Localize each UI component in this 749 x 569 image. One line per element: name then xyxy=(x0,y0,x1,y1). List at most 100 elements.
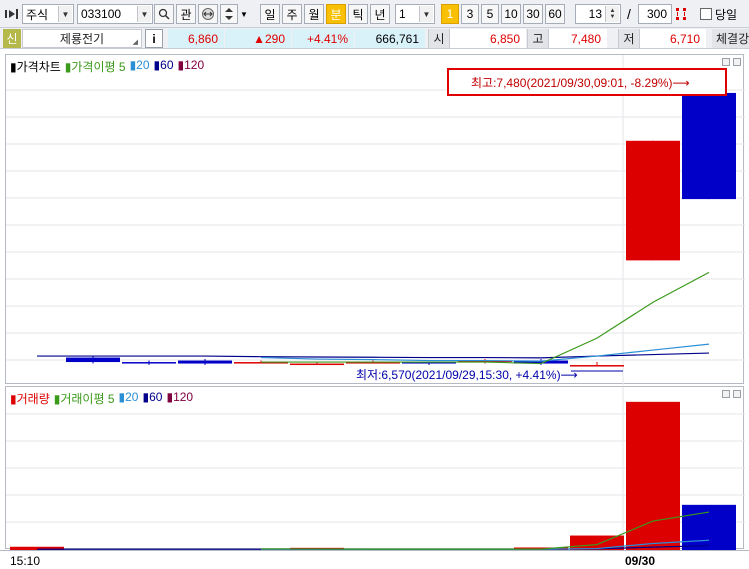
minimize-pane-button[interactable] xyxy=(722,58,730,66)
stock-name-field[interactable]: 제룡전기 ◢ xyxy=(22,29,142,48)
minute-3-label: 3 xyxy=(466,7,474,21)
period-week-button[interactable]: 주 xyxy=(282,4,302,24)
period-minute-label: 분 xyxy=(330,7,342,22)
minute-10-button[interactable]: 10 xyxy=(501,4,521,24)
page-current-input[interactable]: 13 ▲ ▼ xyxy=(575,4,621,24)
time-axis-label-start: 15:10 xyxy=(10,554,41,568)
interest-button[interactable]: 관 xyxy=(176,4,196,24)
minute-5-label: 5 xyxy=(486,7,494,21)
time-axis-label-date: 09/30 xyxy=(625,554,656,568)
candle-body xyxy=(66,357,120,363)
today-label: 당일 xyxy=(714,4,744,24)
low-price-annotation: 최저:6,570(2021/09/29,15:30, +4.41%)⟶ xyxy=(356,366,578,383)
period-minute-button[interactable]: 분 xyxy=(326,4,346,24)
legend-price-ma60: ▮60 xyxy=(153,58,174,72)
page-current-value: 13 xyxy=(588,7,602,21)
stock-info-label: i xyxy=(152,31,156,46)
period-year-label: 년 xyxy=(374,7,386,22)
up-down-arrows-icon xyxy=(225,8,233,20)
change-percent: +4.41% xyxy=(292,29,354,48)
legend-price-ma120-label: 120 xyxy=(184,58,205,72)
minute-1-button[interactable]: 1 xyxy=(441,4,459,24)
market-select[interactable]: 주식 ▼ xyxy=(22,4,74,24)
minimize-pane-button[interactable] xyxy=(722,390,730,398)
legend-vol-ma5-label: 거래이평 5 xyxy=(60,392,115,406)
interest-button-label: 관 xyxy=(180,7,192,22)
price-legend: ▮가격차트 ▮가격이평 5 ▮20 ▮60 ▮120 xyxy=(10,58,204,75)
sync-button[interactable] xyxy=(198,4,218,24)
legend-price-ma20-label: 20 xyxy=(136,58,150,72)
legend-volume: ▮거래량 xyxy=(10,392,50,406)
trade-strength-text: 체결강 xyxy=(716,32,749,46)
price-ma20-line xyxy=(260,343,710,362)
period-month-button[interactable]: 월 xyxy=(304,4,324,24)
legend-price-ma120: ▮120 xyxy=(177,58,205,72)
price-chart xyxy=(6,55,745,385)
legend-price-ma5-label: 가격이평 5 xyxy=(71,60,126,74)
high-label: 고 xyxy=(527,29,549,48)
new-listing-badge: 신 xyxy=(3,29,21,48)
legend-vol-ma5: ▮거래이평 5 xyxy=(53,392,115,406)
price-ma5-line xyxy=(261,271,710,365)
high-annotation-text: 최고:7,480(2021/09/30,09:01, -8.29%)⟶ xyxy=(471,75,690,90)
minute-60-button[interactable]: 60 xyxy=(545,4,565,24)
zoom-toggle-icon[interactable] xyxy=(673,4,689,24)
minute-30-label: 30 xyxy=(526,7,540,21)
page-total-value: 300 xyxy=(646,7,667,21)
stock-stepper[interactable] xyxy=(220,4,238,24)
today-label-text: 당일 xyxy=(715,7,738,22)
page-total-input[interactable]: 300 xyxy=(638,4,672,24)
minute-10-label: 10 xyxy=(504,7,518,21)
candle-body xyxy=(290,363,344,366)
low-price-value: 6,710 xyxy=(669,31,700,46)
stock-code-input[interactable]: 033100 ▼ xyxy=(77,4,153,24)
stepper-dropdown[interactable]: ▼ xyxy=(239,4,249,24)
candle-body xyxy=(682,92,736,200)
period-year-button[interactable]: 년 xyxy=(370,4,390,24)
minute-3-button[interactable]: 3 xyxy=(461,4,479,24)
volume-legend: ▮거래량 ▮거래이평 5 ▮20 ▮60 ▮120 xyxy=(10,390,193,407)
candle-body xyxy=(570,365,624,367)
close-pane-button[interactable] xyxy=(733,390,741,398)
stock-info-button[interactable]: i xyxy=(145,29,163,48)
legend-price-chart-label: 가격차트 xyxy=(16,60,61,74)
chevron-down-icon: ▼ xyxy=(137,6,151,22)
low-label: 저 xyxy=(618,29,640,48)
search-button[interactable] xyxy=(154,4,174,24)
minute-5-button[interactable]: 5 xyxy=(481,4,499,24)
minute-1-label: 1 xyxy=(446,7,454,21)
low-label-text: 저 xyxy=(623,32,635,46)
volume-chart xyxy=(6,387,745,550)
high-price: 7,480 xyxy=(549,29,607,48)
close-pane-button[interactable] xyxy=(733,58,741,66)
period-tick-button[interactable]: 틱 xyxy=(348,4,368,24)
high-price-annotation: 최고:7,480(2021/09/30,09:01, -8.29%)⟶ xyxy=(447,68,727,96)
price-chart-pane[interactable]: ▮가격차트 ▮가격이평 5 ▮20 ▮60 ▮120 xyxy=(5,54,745,385)
high-price-value: 7,480 xyxy=(570,31,601,46)
today-checkbox[interactable] xyxy=(700,8,712,20)
legend-vol-ma60-label: 60 xyxy=(149,390,163,404)
period-day-label: 일 xyxy=(264,7,276,22)
stock-name: 제룡전기 xyxy=(59,32,105,46)
change-percent-value: +4.41% xyxy=(306,31,348,46)
period-week-label: 주 xyxy=(286,7,298,22)
period-day-button[interactable]: 일 xyxy=(260,4,280,24)
chevron-down-icon: ▼ xyxy=(240,9,248,19)
interval-select-value: 1 xyxy=(399,7,406,21)
open-price-value: 6,850 xyxy=(489,31,520,46)
badge-text: 신 xyxy=(6,32,18,46)
volume-chart-pane[interactable]: ▮거래량 ▮거래이평 5 ▮20 ▮60 ▮120 xyxy=(5,386,745,550)
sync-icon xyxy=(202,8,214,20)
legend-vol-ma20: ▮20 xyxy=(118,390,139,404)
menu-arrow-icon[interactable] xyxy=(3,4,21,24)
legend-vol-ma120: ▮120 xyxy=(166,390,194,404)
spin-arrows-icon[interactable]: ▲ ▼ xyxy=(605,6,619,22)
period-month-label: 월 xyxy=(308,7,320,22)
candle-body xyxy=(626,140,680,261)
minute-30-button[interactable]: 30 xyxy=(523,4,543,24)
legend-vol-ma120-label: 120 xyxy=(173,390,194,404)
low-price: 6,710 xyxy=(640,29,706,48)
legend-price-ma20: ▮20 xyxy=(129,58,150,72)
interval-select[interactable]: 1 ▼ xyxy=(395,4,435,24)
legend-price-chart: ▮가격차트 xyxy=(10,60,61,74)
